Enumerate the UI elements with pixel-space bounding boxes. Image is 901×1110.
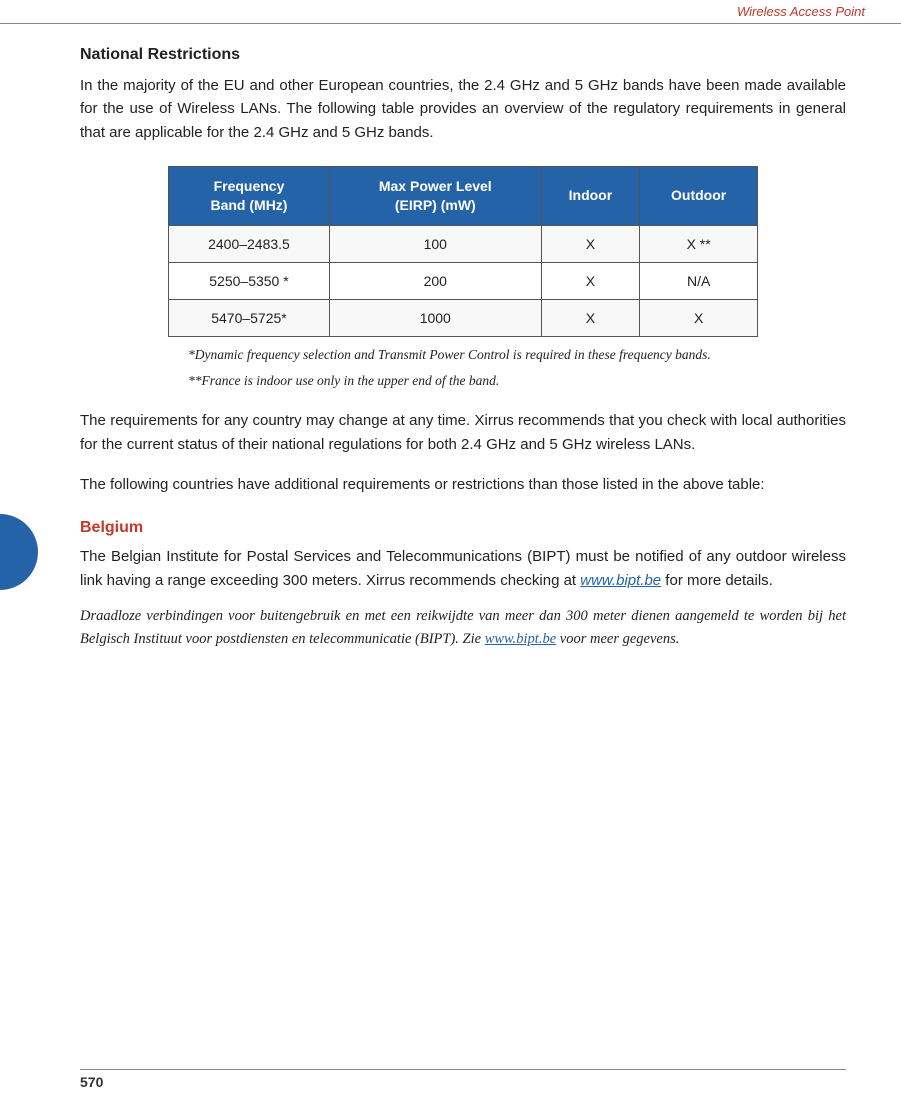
- page-content: National Restrictions In the majority of…: [0, 24, 901, 685]
- table-row: 2400–2483.5100XX **: [169, 225, 758, 262]
- bipt-link-1[interactable]: www.bipt.be: [580, 572, 661, 589]
- bipt-link-2[interactable]: www.bipt.be: [485, 631, 556, 647]
- document-title: Wireless Access Point: [737, 4, 865, 19]
- table-cell-1-0: 5250–5350 *: [169, 262, 330, 299]
- table-row: 5470–5725*1000XX: [169, 299, 758, 336]
- page-number: 570: [80, 1074, 103, 1090]
- table-footnotes: *Dynamic frequency selection and Transmi…: [168, 345, 758, 392]
- table-cell-0-0: 2400–2483.5: [169, 225, 330, 262]
- belgium-text-after: for more details.: [661, 572, 773, 589]
- page-header: Wireless Access Point: [0, 0, 901, 24]
- table-cell-0-1: 100: [329, 225, 541, 262]
- table-cell-1-3: N/A: [640, 262, 758, 299]
- col-header-indoor: Indoor: [541, 166, 640, 225]
- col-header-frequency: FrequencyBand (MHz): [169, 166, 330, 225]
- table-cell-0-2: X: [541, 225, 640, 262]
- belgium-section: Belgium The Belgian Institute for Postal…: [80, 519, 846, 651]
- table-cell-2-1: 1000: [329, 299, 541, 336]
- belgium-heading: Belgium: [80, 519, 846, 537]
- dutch-text-before: Draadloze verbindingen voor buitengebrui…: [80, 608, 846, 647]
- table-cell-2-2: X: [541, 299, 640, 336]
- intro-paragraph: In the majority of the EU and other Euro…: [80, 74, 846, 144]
- table-row: 5250–5350 *200XN/A: [169, 262, 758, 299]
- belgium-paragraph-1: The Belgian Institute for Postal Service…: [80, 545, 846, 593]
- body-paragraph-1: The requirements for any country may cha…: [80, 409, 846, 457]
- table-cell-2-0: 5470–5725*: [169, 299, 330, 336]
- section-title: National Restrictions: [80, 46, 846, 64]
- col-header-power: Max Power Level(EIRP) (mW): [329, 166, 541, 225]
- frequency-table: FrequencyBand (MHz) Max Power Level(EIRP…: [168, 166, 758, 337]
- belgium-dutch-paragraph: Draadloze verbindingen voor buitengebrui…: [80, 605, 846, 651]
- page-footer: 570: [0, 1069, 901, 1092]
- frequency-table-wrapper: FrequencyBand (MHz) Max Power Level(EIRP…: [168, 166, 758, 337]
- body-paragraph-2: The following countries have additional …: [80, 473, 846, 497]
- table-cell-0-3: X **: [640, 225, 758, 262]
- table-cell-1-1: 200: [329, 262, 541, 299]
- footnote-dynamic: *Dynamic frequency selection and Transmi…: [188, 345, 758, 365]
- dutch-text-after: voor meer gegevens.: [556, 631, 679, 647]
- table-header-row: FrequencyBand (MHz) Max Power Level(EIRP…: [169, 166, 758, 225]
- blue-circle-decoration: [0, 514, 38, 590]
- footer-divider: [80, 1069, 846, 1070]
- footnote-france: **France is indoor use only in the upper…: [188, 371, 758, 391]
- table-cell-1-2: X: [541, 262, 640, 299]
- table-cell-2-3: X: [640, 299, 758, 336]
- col-header-outdoor: Outdoor: [640, 166, 758, 225]
